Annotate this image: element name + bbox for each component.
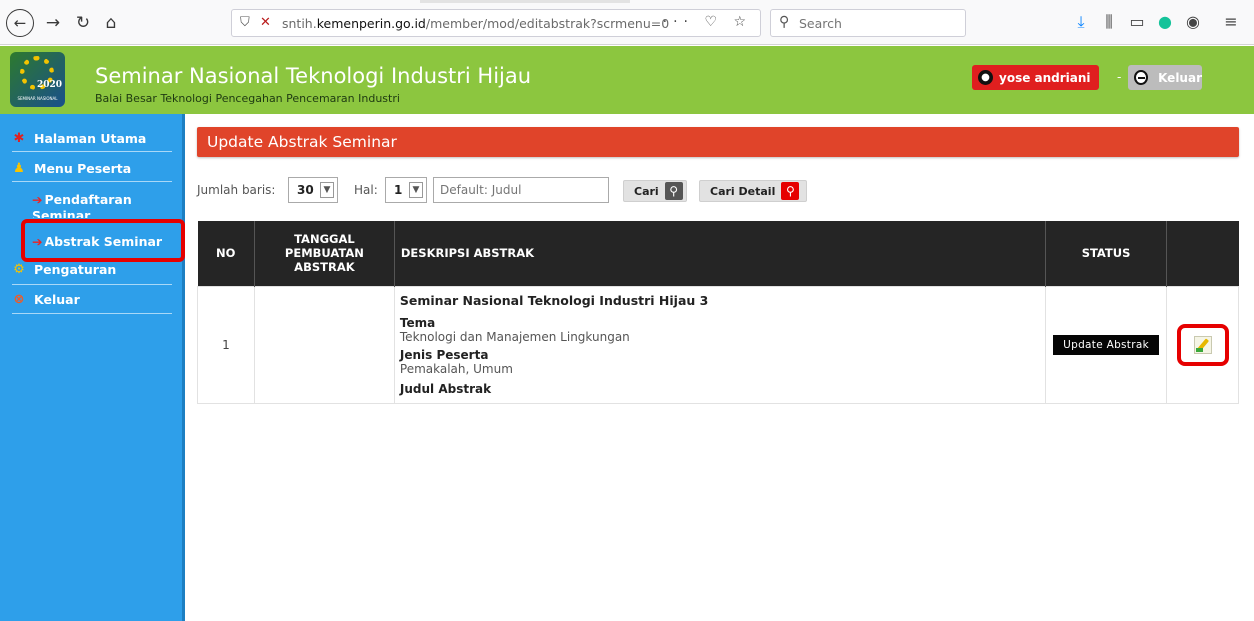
tema-label: Tema (399, 316, 436, 330)
shield-icon[interactable]: ⛉ (240, 15, 250, 30)
chevron-down-icon: ▼ (320, 182, 334, 198)
tab-strip (420, 0, 630, 3)
column-header-action (1166, 221, 1239, 286)
site-header: 2020 SEMINAR NASIONAL Seminar Nasional T… (0, 46, 1254, 114)
sidebar-divider (12, 313, 172, 314)
rows-label: Jumlah baris: (197, 183, 276, 197)
detail-search-label: Cari Detail (710, 184, 776, 198)
logout-button[interactable]: Keluar (1128, 65, 1202, 90)
user-button[interactable]: ● yose andriani (972, 65, 1099, 90)
back-icon[interactable]: ← (6, 9, 34, 37)
cell-status: Update Abstrak (1045, 285, 1167, 404)
sidebar-item-menu-peserta[interactable]: ♟ Menu Peserta (12, 161, 172, 176)
arrow-right-icon: ➔ (32, 192, 43, 207)
jenis-peserta-label: Jenis Peserta (399, 348, 489, 362)
browser-search-input[interactable] (799, 14, 959, 32)
sidebar-item-pendaftaran-seminar[interactable]: ➔ Pendaftaran Seminar (32, 192, 172, 218)
search-icon: ⚲ (781, 182, 800, 200)
cell-action (1166, 285, 1239, 404)
sidebar-item-label: Pengaturan (34, 262, 117, 277)
page-title: Update Abstrak Seminar (197, 127, 1239, 157)
sidebar-item-pengaturan[interactable]: ⚙ Pengaturan (12, 262, 172, 277)
search-icon: ⚲ (664, 182, 683, 200)
sidebar-item-keluar[interactable]: ⊗ Keluar (12, 292, 172, 307)
abstract-table: NO TANGGAL PEMBUATAN ABSTRAK DESKRIPSI A… (197, 221, 1239, 404)
table-row: 1 Seminar Nasional Teknologi Industri Hi… (197, 285, 1239, 404)
seminar-logo[interactable]: 2020 SEMINAR NASIONAL (10, 52, 65, 107)
download-icon[interactable]: ⤓ (1070, 12, 1092, 32)
sidebar-divider (12, 151, 172, 152)
logout-label: Keluar (1158, 70, 1202, 85)
logout-icon (1134, 70, 1149, 85)
sidebar-item-label: Menu Peserta (34, 161, 132, 176)
logo-caption: SEMINAR NASIONAL (17, 96, 58, 101)
logo-year: 2020 (36, 80, 62, 90)
page-select[interactable]: 1 ▼ (385, 177, 427, 203)
grammarly-icon[interactable]: ● (1154, 12, 1176, 31)
user-icon: ● (978, 70, 993, 85)
account-icon[interactable]: ◉ (1182, 12, 1204, 31)
highlight-box-sidebar (21, 219, 185, 262)
tema-value: Teknologi dan Manajemen Lingkungan (399, 330, 630, 344)
exit-icon: ⊗ (13, 292, 25, 307)
browser-search-bar[interactable]: ⚲ (770, 9, 966, 37)
column-header-status: STATUS (1045, 221, 1167, 286)
home-icon: ✱ (13, 131, 25, 146)
search-icon: ⚲ (779, 14, 790, 30)
reload-icon[interactable]: ↻ (72, 12, 94, 34)
menu-icon[interactable]: ≡ (1220, 12, 1242, 31)
sidebar-toggle-icon[interactable]: ▭ (1126, 12, 1148, 31)
page-label: Hal: (354, 183, 378, 197)
rows-select-value: 30 (297, 183, 314, 197)
gear-icon: ⚙ (13, 262, 25, 277)
judul-abstrak-label: Judul Abstrak (399, 382, 492, 396)
url-bar[interactable]: ⛉ ✕ sntih.kemenperin.go.id/member/mod/ed… (231, 9, 761, 37)
home-icon[interactable]: ⌂ (100, 12, 122, 34)
site-subtitle: Balai Besar Teknologi Pencegahan Pencema… (95, 92, 400, 105)
library-icon[interactable]: ⫼ (1098, 12, 1120, 32)
detail-search-button[interactable]: Cari Detail ⚲ (699, 180, 807, 202)
sidebar: ✱ Halaman Utama ♟ Menu Peserta ➔ Pendafta… (0, 114, 185, 621)
sidebar-item-label: Halaman Utama (34, 131, 147, 146)
column-header-no: NO (197, 221, 255, 286)
cell-tanggal (253, 285, 395, 404)
insecure-lock-icon[interactable]: ✕ (260, 15, 271, 30)
sidebar-divider (12, 284, 172, 285)
column-header-tanggal: TANGGAL PEMBUATAN ABSTRAK (254, 221, 395, 286)
forward-icon[interactable]: → (42, 12, 64, 34)
page-actions-icon[interactable]: ··· ♡ ☆ (663, 14, 752, 30)
sidebar-item-halaman-utama[interactable]: ✱ Halaman Utama (12, 131, 172, 146)
table-header-row: NO TANGGAL PEMBUATAN ABSTRAK DESKRIPSI A… (197, 221, 1239, 286)
abstract-seminar-title: Seminar Nasional Teknologi Industri Hija… (399, 293, 709, 308)
cell-no: 1 (197, 285, 255, 404)
search-button-label: Cari (634, 184, 659, 198)
column-header-deskripsi: DESKRIPSI ABSTRAK (394, 221, 1047, 286)
sidebar-item-label: Pendaftaran Seminar (32, 192, 132, 218)
search-input[interactable] (433, 177, 609, 203)
jenis-peserta-value: Pemakalah, Umum (399, 362, 513, 376)
page-select-value: 1 (394, 183, 403, 197)
user-icon: ♟ (13, 161, 25, 176)
edit-icon (1193, 335, 1212, 354)
sidebar-item-label: Keluar (34, 292, 80, 307)
cell-deskripsi: Seminar Nasional Teknologi Industri Hija… (393, 285, 1047, 404)
sidebar-divider (12, 181, 172, 182)
chevron-down-icon: ▼ (409, 182, 423, 198)
browser-toolbar: ← → ↻ ⌂ ⛉ ✕ sntih.kemenperin.go.id/membe… (0, 0, 1254, 45)
edit-button[interactable] (1176, 323, 1229, 366)
search-button[interactable]: Cari ⚲ (623, 180, 687, 202)
user-name: yose andriani (999, 70, 1091, 85)
header-separator: - (1117, 70, 1122, 84)
site-title: Seminar Nasional Teknologi Industri Hija… (95, 64, 532, 88)
rows-select[interactable]: 30 ▼ (288, 177, 338, 203)
status-badge: Update Abstrak (1053, 334, 1159, 355)
url-text[interactable]: sntih.kemenperin.go.id/member/mod/editab… (282, 16, 669, 31)
